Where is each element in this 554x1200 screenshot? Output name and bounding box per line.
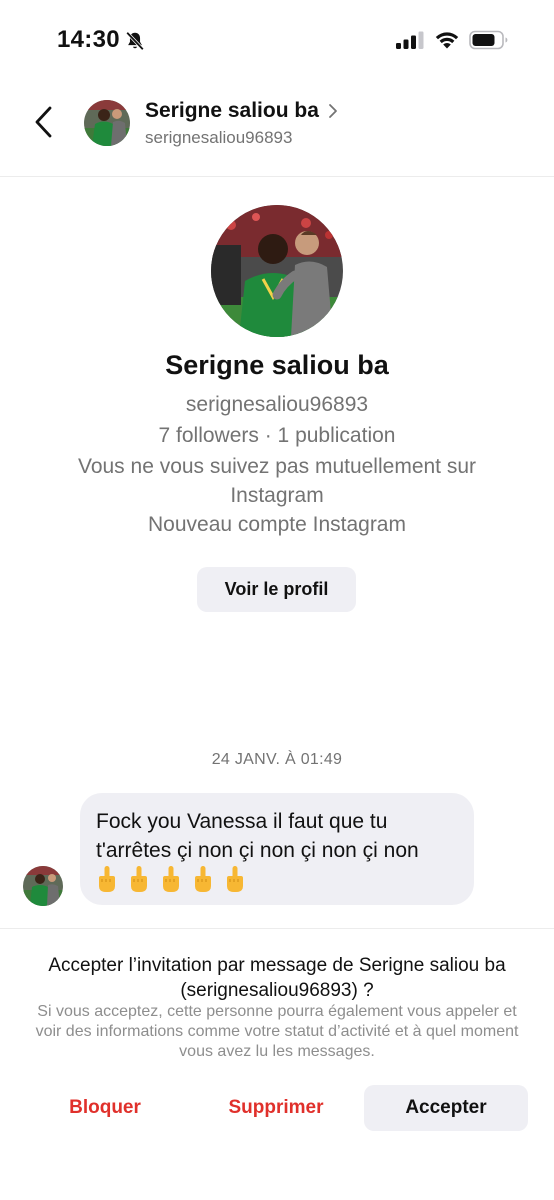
profile-new-account: Nouveau compte Instagram [148,513,406,536]
status-time: 14:30 [57,26,120,53]
profile-avatar[interactable] [211,205,343,337]
middle-finger-icon [131,866,147,892]
accept-button[interactable]: Accepter [364,1085,528,1131]
request-actions: Bloquer Supprimer Accepter [0,1085,554,1131]
message-timestamp: 24 JANV. À 01:49 [211,751,343,768]
middle-finger-icon [163,866,179,892]
delete-button[interactable]: Supprimer [205,1085,347,1131]
status-bar: 14:30 [0,0,554,80]
middle-finger-icon [227,866,243,892]
profile-mutual-status: Vous ne vous suivez pas mutuellement sur… [77,455,477,507]
message-request-sheet: Accepter l’invitation par message de Ser… [0,928,554,1200]
request-title: Accepter l’invitation par message de Ser… [48,955,506,1001]
message-bubble[interactable]: Fock you Vanessa il faut que tu t'arrête… [80,793,474,905]
middle-finger-icon [99,866,115,892]
view-profile-button[interactable]: Voir le profil [197,567,356,612]
profile-name: Serigne saliou ba [165,350,389,380]
request-description: Si vous acceptez, cette personne pourra … [35,1003,519,1060]
header-name[interactable]: Serigne saliou ba [145,99,319,123]
chevron-right-icon[interactable] [327,103,339,119]
cellular-signal-icon [396,31,424,49]
chat-header: Serigne saliou ba serignesaliou96893 [0,80,554,177]
profile-username: serignesaliou96893 [185,393,369,416]
header-username: serignesaliou96893 [145,128,293,147]
chevron-left-icon[interactable] [28,102,62,142]
block-button[interactable]: Bloquer [38,1085,172,1131]
message-text: Fock you Vanessa il faut que tu t'arrête… [96,810,419,862]
battery-icon [469,30,508,50]
wifi-icon [435,32,459,49]
bell-slash-icon [126,31,144,51]
header-title-row[interactable]: Serigne saliou ba [145,99,339,123]
middle-finger-icon [195,866,211,892]
emoji-row [96,865,458,893]
profile-stats: 7 followers · 1 publication [158,424,396,447]
avatar[interactable] [23,866,63,906]
avatar[interactable] [84,100,130,146]
